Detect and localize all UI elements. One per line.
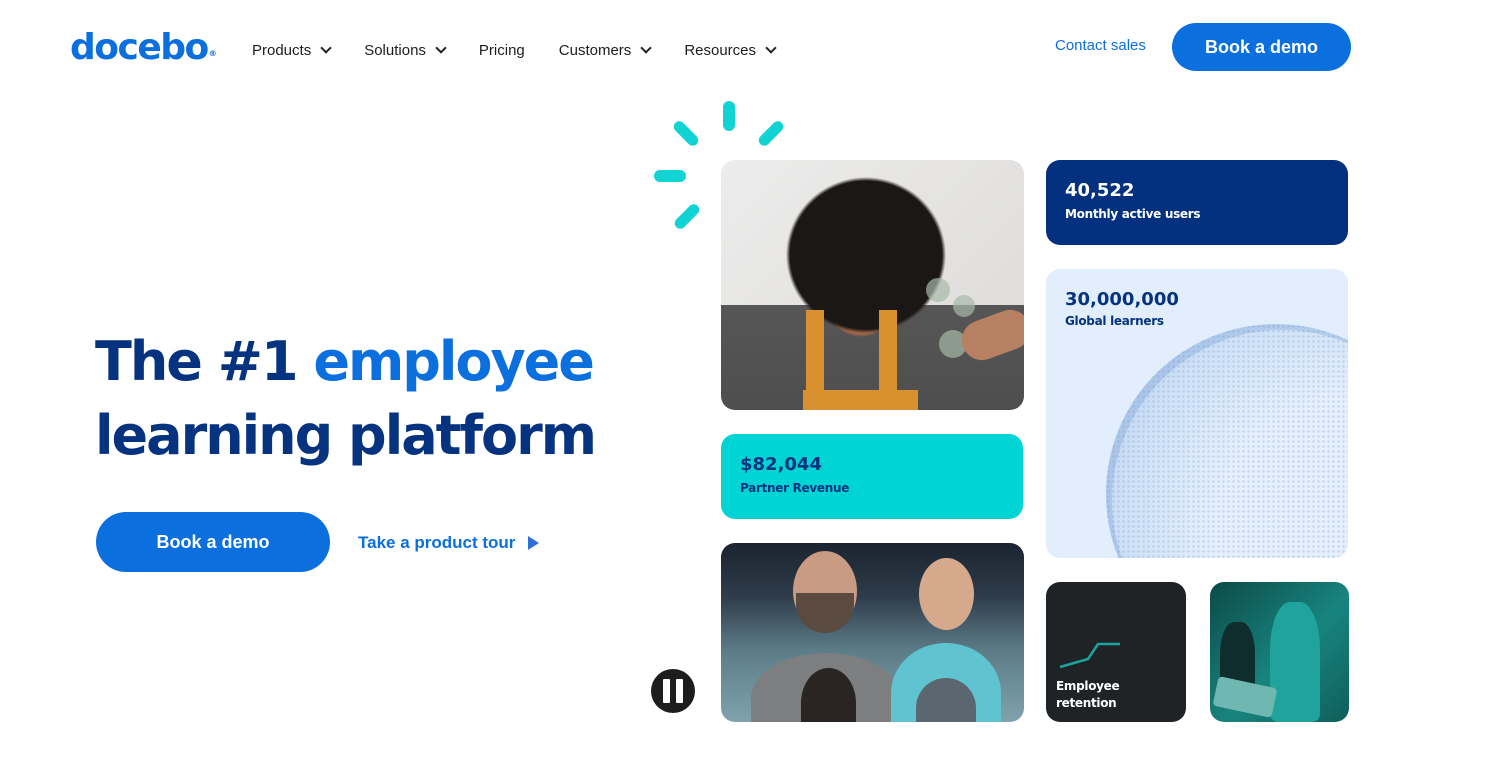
- product-tour-label: Take a product tour: [358, 533, 516, 552]
- retention-label: Employee retention: [1056, 678, 1120, 712]
- headline-accent: employee: [313, 330, 595, 393]
- nav-label: Pricing: [478, 41, 525, 59]
- stat-value: $82,044: [740, 454, 822, 475]
- main-nav: Products Solutions Pricing Customers Res…: [252, 38, 809, 62]
- stat-card-global-learners: 30,000,000 Global learners: [1046, 269, 1348, 558]
- pause-icon: [676, 679, 683, 703]
- nav-item-products[interactable]: Products: [252, 41, 332, 59]
- stat-card-monthly-users: 40,522 Monthly active users: [1046, 160, 1348, 245]
- beard: [796, 593, 854, 633]
- chevron-down-icon: [765, 42, 777, 54]
- play-triangle-icon: [528, 536, 540, 550]
- overall-bib: [803, 390, 918, 410]
- docebo-logo[interactable]: docebo®: [70, 26, 217, 70]
- person-woman-head: [919, 558, 974, 630]
- photo-office-colleagues: [1210, 582, 1349, 722]
- nav-label: Customers: [558, 41, 632, 59]
- hero-headline: The #1 employee learning platform: [95, 325, 597, 473]
- product-tour-link[interactable]: Take a product tour: [358, 533, 540, 553]
- decor: [953, 295, 975, 317]
- stat-label: Global learners: [1065, 314, 1164, 328]
- laptop: [1212, 676, 1278, 718]
- chevron-down-icon: [640, 42, 652, 54]
- stat-value: 40,522: [1065, 180, 1135, 201]
- sparkle-ray: [756, 119, 786, 148]
- photo-store-workers: [721, 543, 1024, 722]
- sparkle-ray: [654, 170, 686, 182]
- stat-card-partner-revenue: $82,044 Partner Revenue: [721, 434, 1023, 519]
- headline-part1: The #1: [95, 330, 314, 393]
- hero-book-demo-button[interactable]: Book a demo: [96, 512, 330, 572]
- nav-label: Solutions: [364, 41, 426, 59]
- chevron-down-icon: [435, 42, 447, 54]
- person-standing: [1270, 602, 1320, 722]
- contact-sales-link[interactable]: Contact sales: [1055, 37, 1146, 54]
- photo-woman-video-call: [721, 160, 1024, 410]
- sparkle-ray: [723, 101, 735, 131]
- logo-text: docebo: [70, 27, 209, 68]
- headline-part2: learning platform: [95, 404, 597, 467]
- decor: [926, 278, 950, 302]
- globe-illustration: [1106, 324, 1348, 558]
- registered-mark: ®: [208, 49, 217, 58]
- nav-item-resources[interactable]: Resources: [684, 41, 777, 59]
- stat-card-employee-retention: Employee retention: [1046, 582, 1186, 722]
- sparkle-ray: [671, 119, 701, 148]
- nav-item-customers[interactable]: Customers: [558, 41, 652, 59]
- stat-label: Monthly active users: [1065, 207, 1201, 221]
- chevron-down-icon: [320, 42, 332, 54]
- nav-label: Resources: [684, 41, 757, 59]
- nav-item-solutions[interactable]: Solutions: [364, 41, 447, 59]
- retention-label-line2: retention: [1056, 696, 1117, 710]
- pause-animation-button[interactable]: [651, 669, 695, 713]
- stat-label: Partner Revenue: [740, 481, 850, 495]
- nav-item-pricing[interactable]: Pricing: [479, 42, 525, 59]
- pause-icon: [663, 679, 670, 703]
- retention-label-line1: Employee: [1056, 679, 1120, 693]
- header-book-demo-button[interactable]: Book a demo: [1172, 23, 1351, 71]
- nav-label: Products: [252, 41, 312, 59]
- retention-trend-icon: [1059, 642, 1120, 669]
- sparkle-ray: [672, 202, 702, 231]
- stat-value: 30,000,000: [1065, 289, 1179, 310]
- globe-dots: [1106, 324, 1348, 558]
